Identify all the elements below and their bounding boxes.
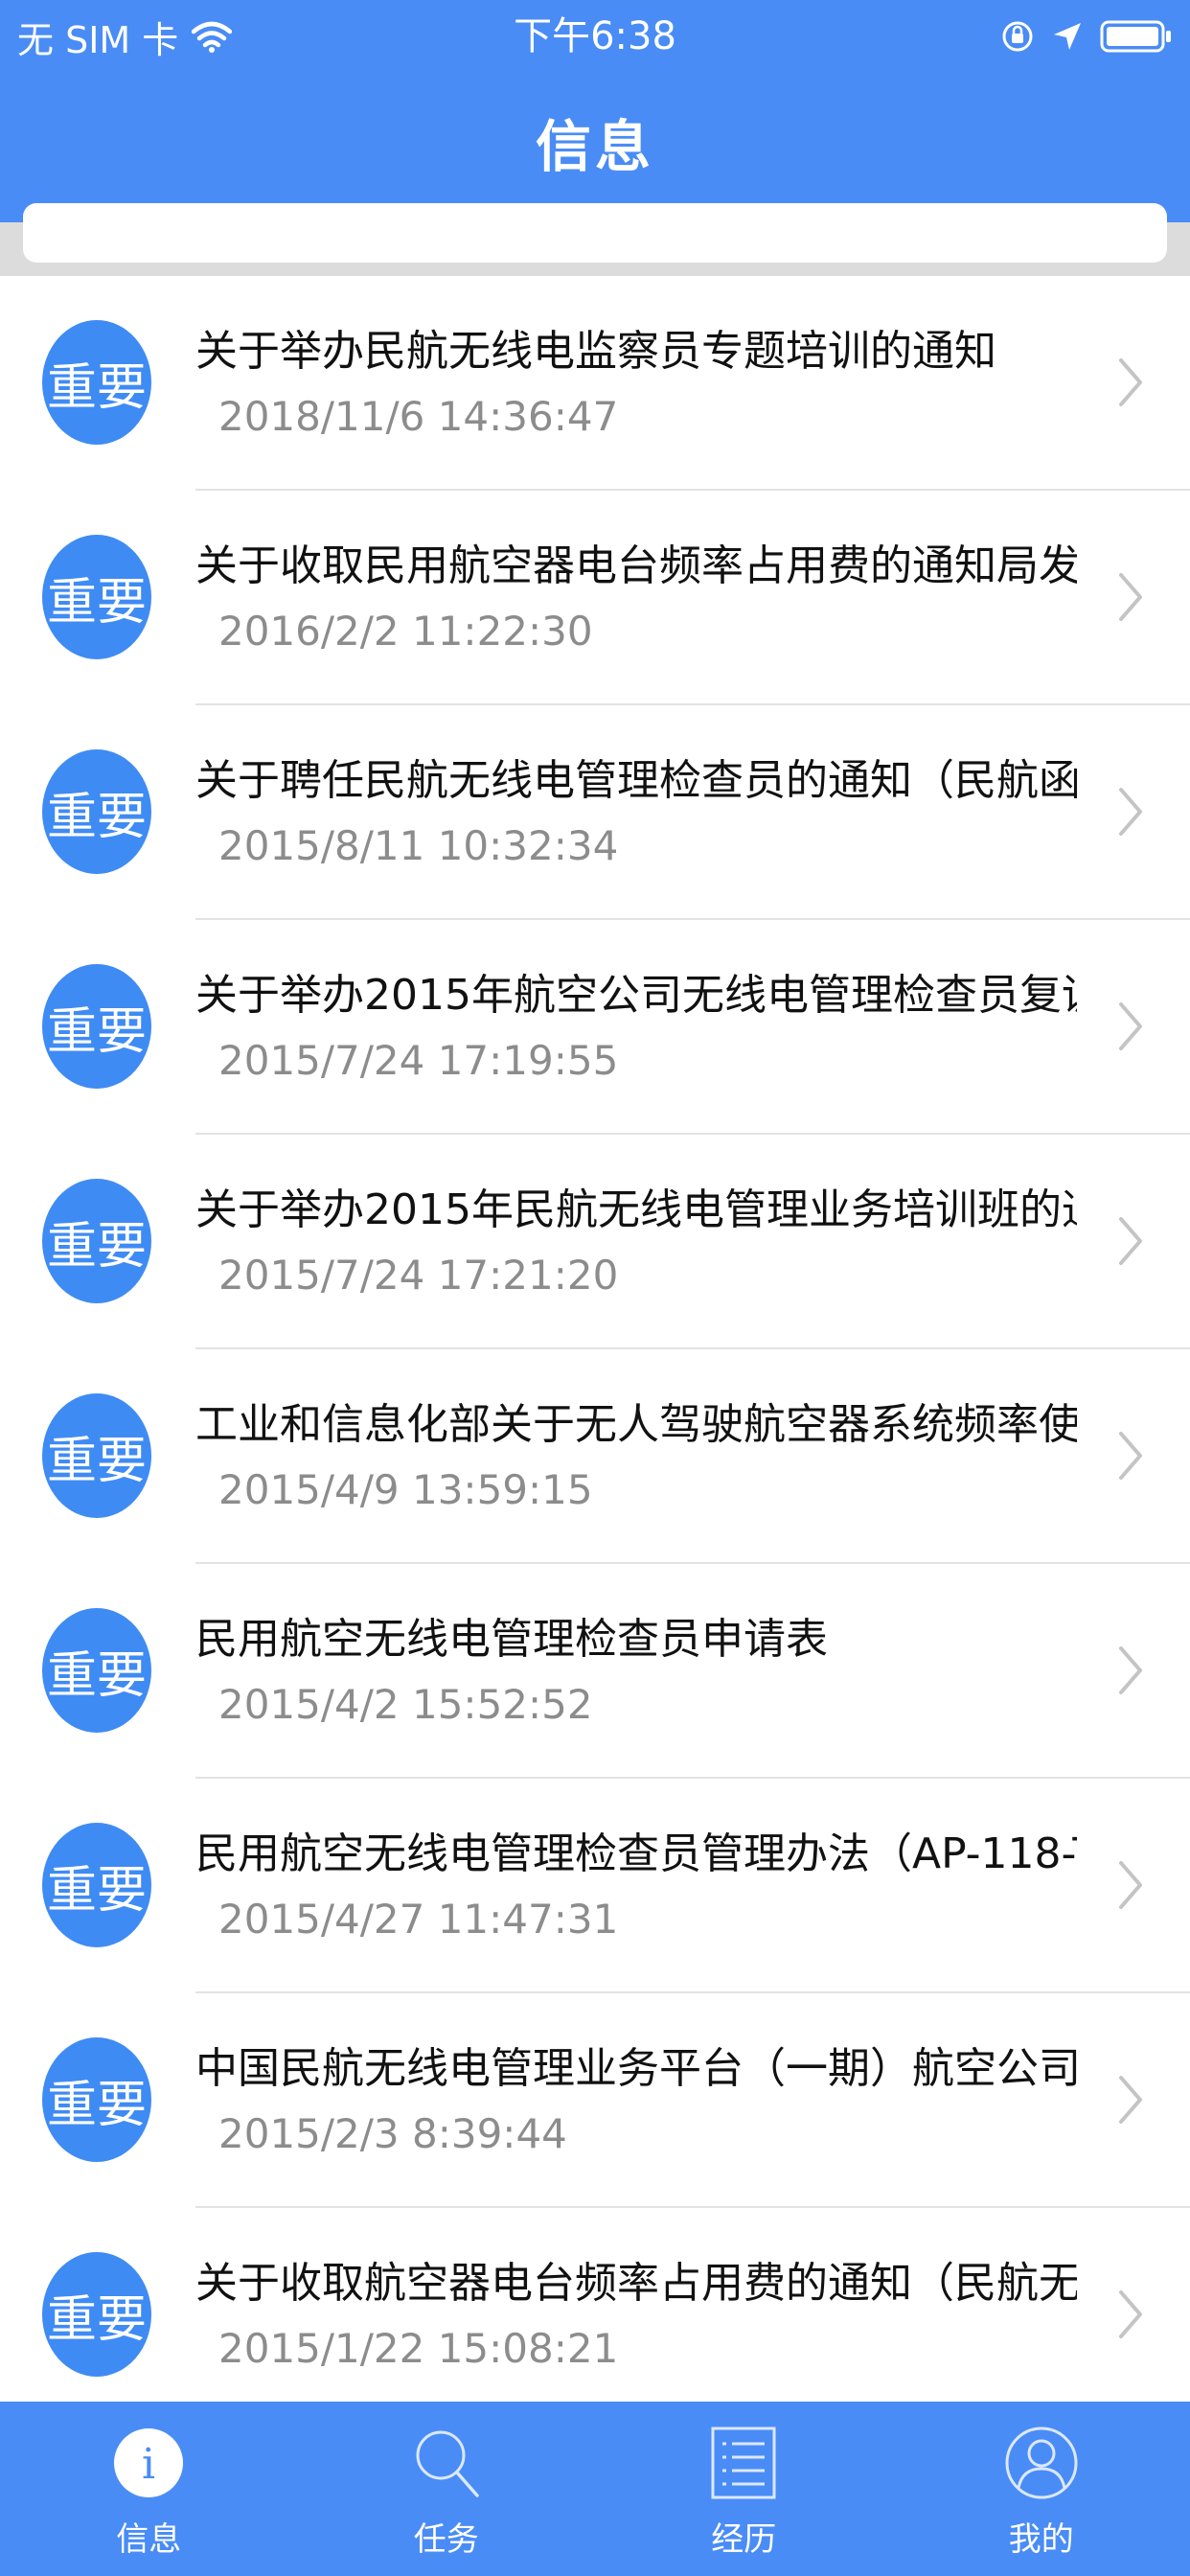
list-item[interactable]: 重要 工业和信息化部关于无人驾驶航空器系统频率使用 2015/4/9 13:59:1…: [0, 1349, 1190, 1564]
important-badge: 重要: [42, 1823, 151, 1947]
important-badge: 重要: [42, 2252, 151, 2377]
item-date: 2015/1/22 15:08:21: [218, 2325, 619, 2372]
list-item[interactable]: 重要 关于收取民用航空器电台频率占用费的通知局发明 2016/2/2 11:22:3…: [0, 491, 1190, 705]
battery-icon: [1100, 20, 1171, 53]
chevron-right-icon: [1119, 1861, 1142, 1909]
item-date: 2015/2/3 8:39:44: [218, 2110, 567, 2157]
item-date: 2018/11/6 14:36:47: [218, 393, 619, 440]
chevron-right-icon: [1119, 2076, 1142, 2124]
item-title: 关于举办2015年航空公司无线电管理检查员复训班: [195, 971, 1077, 1020]
item-date: 2015/7/24 17:21:20: [218, 1252, 619, 1299]
page-title: 信息: [535, 114, 654, 179]
important-badge: 重要: [42, 2037, 151, 2162]
chevron-right-icon: [1119, 2290, 1142, 2338]
list-item[interactable]: 重要 关于举办2015年航空公司无线电管理检查员复训班 2015/7/24 17:1…: [0, 920, 1190, 1135]
item-date: 2016/2/2 11:22:30: [218, 608, 593, 655]
list-item[interactable]: 重要 关于收取航空器电台频率占用费的通知（民航无办 2015/1/22 15:08:…: [0, 2208, 1190, 2423]
list-item[interactable]: 重要 关于举办民航无线电监察员专题培训的通知 2018/11/6 14:36:47: [0, 276, 1190, 491]
search-icon: [416, 2430, 479, 2497]
important-badge: 重要: [42, 749, 151, 874]
list-icon: [711, 2426, 776, 2499]
tab-history[interactable]: 经历: [595, 2402, 893, 2576]
location-icon: [1054, 23, 1081, 50]
chevron-right-icon: [1119, 788, 1142, 836]
item-title: 民用航空无线电管理检查员管理办法（AP-118-TM: [195, 1829, 1077, 1878]
orientation-lock-icon: [1002, 21, 1033, 52]
item-title: 关于收取航空器电台频率占用费的通知（民航无办: [195, 2259, 1077, 2308]
item-date: 2015/7/24 17:19:55: [218, 1037, 619, 1084]
tab-label: 信息: [116, 2520, 182, 2559]
item-title: 关于举办民航无线电监察员专题培训的通知: [195, 327, 996, 376]
tab-task[interactable]: 任务: [298, 2402, 596, 2576]
list-item[interactable]: 重要 民用航空无线电管理检查员申请表 2015/4/2 15:52:52: [0, 1564, 1190, 1779]
tab-label: 我的: [1008, 2520, 1074, 2559]
important-badge: 重要: [42, 320, 151, 445]
search-strip: [0, 203, 1190, 276]
important-badge: 重要: [42, 1393, 151, 1518]
nav-bar: 信息: [0, 73, 1190, 222]
item-date: 2015/4/9 13:59:15: [218, 1466, 593, 1513]
chevron-right-icon: [1119, 1646, 1142, 1694]
list-item[interactable]: 重要 关于举办2015年民航无线电管理业务培训班的通知 2015/7/24 17:2…: [0, 1135, 1190, 1349]
item-title: 工业和信息化部关于无人驾驶航空器系统频率使用: [195, 1400, 1077, 1449]
chevron-right-icon: [1119, 358, 1142, 406]
chevron-right-icon: [1119, 1002, 1142, 1050]
tab-label: 任务: [413, 2520, 479, 2559]
screen: 无 SIM 卡 下午6:38 信息 重要 关于举办民航无线电监察员专题培训的通知…: [0, 0, 1190, 2576]
tab-mine[interactable]: 我的: [893, 2402, 1190, 2576]
item-title: 关于举办2015年民航无线电管理业务培训班的通知: [195, 1185, 1077, 1234]
message-list: 重要 关于举办民航无线电监察员专题培训的通知 2018/11/6 14:36:47 重…: [0, 276, 1190, 2423]
list-item[interactable]: 重要 民用航空无线电管理检查员管理办法（AP-118-TM 2015/4/27 11…: [0, 1779, 1190, 1993]
tab-label: 经历: [711, 2520, 777, 2559]
svg-text:i: i: [142, 2440, 155, 2489]
list-item[interactable]: 重要 中国民航无线电管理业务平台（一期）航空公司使 2015/2/3 8:39:44: [0, 1993, 1190, 2208]
important-badge: 重要: [42, 535, 151, 659]
tab-info[interactable]: i 信息: [0, 2402, 298, 2576]
info-icon: i: [114, 2428, 184, 2497]
item-title: 民用航空无线电管理检查员申请表: [195, 1615, 828, 1664]
chevron-right-icon: [1119, 573, 1142, 621]
status-right: [1000, 10, 1173, 63]
item-date: 2015/4/27 11:47:31: [218, 1896, 619, 1943]
chevron-right-icon: [1119, 1217, 1142, 1265]
important-badge: 重要: [42, 1179, 151, 1303]
item-title: 中国民航无线电管理业务平台（一期）航空公司使: [195, 2044, 1077, 2093]
header: 无 SIM 卡 下午6:38 信息: [0, 0, 1190, 222]
status-bar: 无 SIM 卡 下午6:38: [0, 0, 1190, 73]
item-title: 关于收取民用航空器电台频率占用费的通知局发明: [195, 541, 1077, 590]
user-icon: [1005, 2426, 1078, 2499]
tab-bar: i 信息 任务 经历 我的: [0, 2402, 1190, 2576]
search-box[interactable]: [23, 203, 1167, 263]
item-date: 2015/8/11 10:32:34: [218, 822, 619, 869]
chevron-right-icon: [1119, 1432, 1142, 1480]
list-item[interactable]: 重要 关于聘任民航无线电管理检查员的通知（民航函[2 2015/8/11 10:32…: [0, 705, 1190, 920]
item-date: 2015/4/2 15:52:52: [218, 1681, 593, 1728]
important-badge: 重要: [42, 964, 151, 1089]
item-title: 关于聘任民航无线电管理检查员的通知（民航函[2: [195, 756, 1077, 805]
important-badge: 重要: [42, 1608, 151, 1733]
